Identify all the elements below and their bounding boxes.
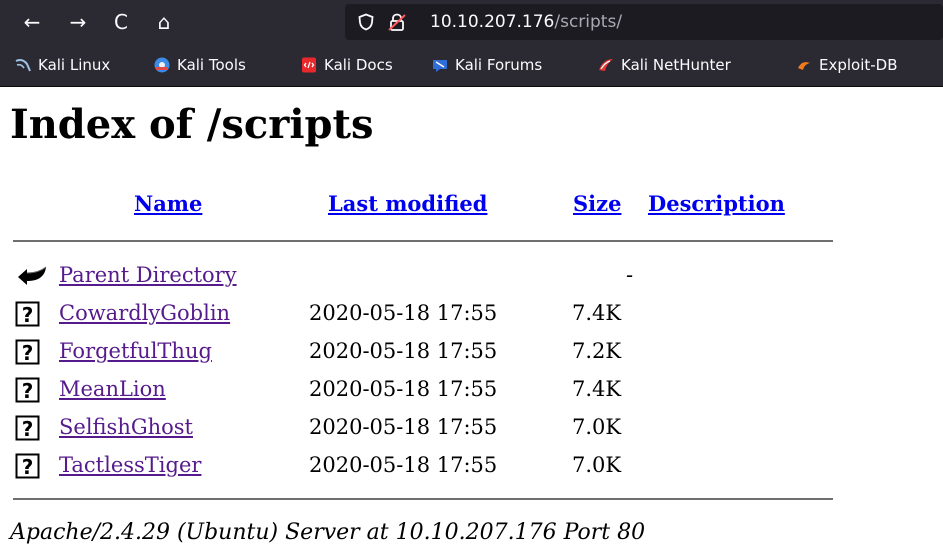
unknown-file-icon: ?	[15, 339, 40, 365]
last-modified: 2020-05-18 17:55	[309, 415, 498, 439]
page-title: Index of /scripts	[10, 101, 374, 148]
reload-icon: C	[114, 10, 128, 34]
last-modified: 2020-05-18 17:55	[309, 377, 498, 401]
bookmark-kali-tools[interactable]: Kali Tools	[153, 55, 246, 75]
kali-tools-icon	[154, 57, 170, 73]
url-text[interactable]: 10.10.207.176/scripts/	[430, 11, 622, 33]
server-signature: Apache/2.4.29 (Ubuntu) Server at 10.10.2…	[10, 520, 646, 545]
file-size: 7.2K	[572, 339, 622, 363]
table-row: ? MeanLion 2020-05-18 17:55 7.4K	[0, 371, 943, 407]
unknown-file-icon: ?	[15, 377, 40, 403]
browser-toolbar: ← → C ⌂ 10.10.207.176/scripts/	[0, 0, 943, 44]
svg-text:?: ?	[22, 341, 34, 365]
url-host: 10.10.207.176	[430, 12, 555, 32]
top-divider	[13, 240, 833, 242]
bookmark-label: Kali Tools	[177, 56, 246, 74]
bookmark-kali-nethunter[interactable]: Kali NetHunter	[597, 55, 731, 75]
file-link[interactable]: CowardlyGoblin	[59, 299, 230, 327]
file-link[interactable]: MeanLion	[59, 375, 166, 403]
unknown-file-icon: ?	[15, 415, 40, 441]
table-row: ? CowardlyGoblin 2020-05-18 17:55 7.4K	[0, 295, 943, 331]
table-row: ? TactlessTiger 2020-05-18 17:55 7.0K	[0, 447, 943, 483]
bookmark-label: Kali Linux	[38, 56, 111, 74]
bookmark-kali-forums[interactable]: Kali Forums	[431, 55, 542, 75]
page-content: Index of /scripts Name Last modified Siz…	[0, 87, 943, 555]
table-row: ? ForgetfulThug 2020-05-18 17:55 7.2K	[0, 333, 943, 369]
svg-text:?: ?	[22, 455, 34, 479]
file-size: 7.4K	[572, 377, 622, 401]
bookmark-kali-docs[interactable]: Kali Docs	[300, 55, 393, 75]
kali-nethunter-icon	[599, 59, 613, 71]
file-size: 7.0K	[572, 415, 622, 439]
file-size: 7.4K	[572, 301, 622, 325]
last-modified: 2020-05-18 17:55	[309, 453, 498, 477]
file-size: 7.0K	[572, 453, 622, 477]
back-arrow-icon: ←	[23, 10, 41, 34]
table-row-parent: Parent Directory -	[0, 257, 943, 293]
unknown-file-icon: ?	[15, 301, 40, 327]
column-header-name[interactable]: Name	[134, 191, 202, 217]
parent-directory-link[interactable]: Parent Directory	[59, 261, 237, 289]
file-link[interactable]: TactlessTiger	[59, 451, 201, 479]
bottom-divider	[13, 498, 833, 500]
home-icon: ⌂	[157, 10, 171, 34]
insecure-lock-icon[interactable]	[387, 12, 407, 32]
kali-dragon-icon	[15, 59, 31, 72]
bookmark-kali-linux[interactable]: Kali Linux	[14, 55, 110, 75]
tracking-protection-shield-icon[interactable]	[357, 13, 375, 31]
file-size: -	[626, 263, 634, 287]
bookmark-label: Exploit-DB	[819, 56, 898, 74]
kali-forums-icon	[433, 60, 447, 72]
back-button[interactable]: ←	[16, 6, 48, 38]
column-header-size[interactable]: Size	[573, 191, 621, 217]
exploit-db-icon	[798, 62, 810, 70]
forward-button[interactable]: →	[62, 6, 94, 38]
bookmark-label: Kali Docs	[324, 56, 393, 74]
back-folder-icon	[18, 266, 47, 285]
url-path: /scripts/	[554, 12, 623, 32]
column-header-last-modified[interactable]: Last modified	[328, 191, 487, 217]
file-link[interactable]: SelfishGhost	[59, 413, 193, 441]
svg-text:?: ?	[22, 379, 34, 403]
home-button[interactable]: ⌂	[148, 6, 180, 38]
forward-arrow-icon: →	[69, 10, 87, 34]
reload-button[interactable]: C	[105, 6, 137, 38]
column-header-description[interactable]: Description	[648, 191, 785, 217]
table-row: ? SelfishGhost 2020-05-18 17:55 7.0K	[0, 409, 943, 445]
bookmark-label: Kali Forums	[455, 56, 543, 74]
address-bar[interactable]: 10.10.207.176/scripts/	[345, 4, 943, 40]
last-modified: 2020-05-18 17:55	[309, 339, 498, 363]
svg-text:?: ?	[22, 417, 34, 441]
svg-text:?: ?	[22, 303, 34, 327]
file-link[interactable]: ForgetfulThug	[59, 337, 212, 365]
kali-docs-icon	[302, 57, 316, 73]
last-modified: 2020-05-18 17:55	[309, 301, 498, 325]
unknown-file-icon: ?	[15, 453, 40, 479]
bookmarks-toolbar: Kali Linux Kali Tools Kali Docs Kali For…	[0, 44, 943, 87]
bookmark-label: Kali NetHunter	[621, 56, 731, 74]
bookmark-exploit-db[interactable]: Exploit-DB	[795, 55, 898, 75]
